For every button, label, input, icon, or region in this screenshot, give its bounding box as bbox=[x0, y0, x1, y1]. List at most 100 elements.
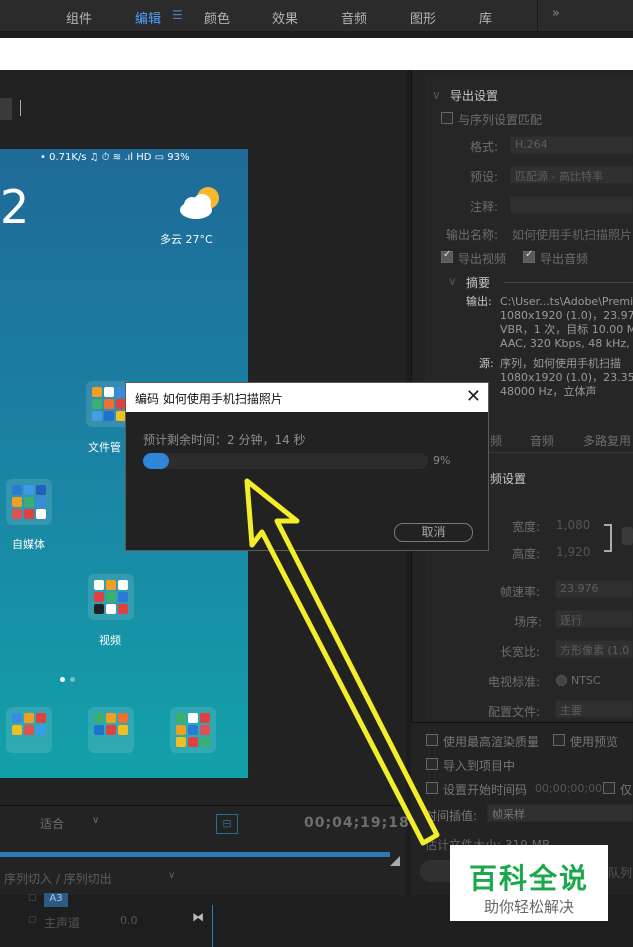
summary-output-line: 1080x1920 (1.0)，23.976f bbox=[500, 309, 633, 322]
folder-label: 文件管 bbox=[88, 441, 121, 454]
comment-label: 注释: bbox=[470, 200, 499, 214]
tab-editing[interactable]: 编辑 bbox=[135, 8, 161, 27]
cancel-button[interactable]: 取消 bbox=[394, 523, 473, 542]
format-label: 格式: bbox=[470, 140, 499, 154]
summary-output-line: C:\User...ts\Adobe\Premie bbox=[500, 295, 633, 308]
folder-video-icon bbox=[88, 574, 134, 620]
height-value[interactable]: 1,920 bbox=[556, 545, 590, 559]
chevron-down-icon: ∨ bbox=[168, 870, 176, 881]
preset-label: 预设: bbox=[470, 170, 499, 184]
use-preview-checkbox[interactable] bbox=[553, 734, 565, 746]
summary-source-line: 48000 Hz，立体声 bbox=[500, 385, 597, 398]
export-audio-checkbox[interactable] bbox=[523, 249, 535, 263]
summary-output-label: 输出: bbox=[466, 295, 492, 308]
divider bbox=[489, 452, 633, 453]
time-interp-select[interactable]: 帧采样 bbox=[487, 804, 633, 822]
monitor-dropdown[interactable] bbox=[0, 98, 12, 120]
folder-bottom-2-icon bbox=[88, 707, 134, 753]
watermark-title: 百科全说 bbox=[468, 862, 589, 895]
source-range-select[interactable]: 序列切入 / 序列切出 ∨ bbox=[4, 870, 182, 888]
field-order-label: 场序: bbox=[514, 615, 543, 629]
lock-icon[interactable]: ▢ bbox=[28, 893, 37, 903]
profile-select[interactable]: 主要 bbox=[555, 700, 633, 718]
section-title: 导出设置 bbox=[450, 89, 499, 103]
progress-percent: 9% bbox=[433, 454, 451, 467]
queue-button[interactable]: 队列 bbox=[608, 864, 632, 881]
import-project-checkbox[interactable] bbox=[426, 758, 438, 770]
only-checkbox[interactable] bbox=[603, 782, 615, 794]
progress-fill bbox=[143, 453, 169, 469]
video-settings-title: 频设置 bbox=[490, 472, 527, 486]
collapse-chevron-icon[interactable]: ∨ bbox=[432, 88, 441, 102]
lock-icon[interactable]: ▢ bbox=[28, 915, 37, 925]
cloud-sun-icon bbox=[180, 187, 219, 219]
folder-bottom-3-icon bbox=[170, 707, 216, 753]
aspect-label: 长宽比: bbox=[500, 645, 541, 659]
divider bbox=[537, 0, 538, 32]
max-render-checkbox[interactable] bbox=[426, 734, 438, 746]
tab-effects[interactable]: 效果 bbox=[272, 8, 298, 27]
watermark-subtitle: 助你轻松解决 bbox=[483, 898, 574, 916]
more-workspaces-icon[interactable]: » bbox=[552, 6, 560, 21]
fit-zoom-select[interactable]: 适合 ∨ bbox=[40, 815, 104, 833]
tab-audio[interactable]: 音频 bbox=[341, 8, 367, 27]
collapse-chevron-icon[interactable]: ∨ bbox=[448, 274, 457, 288]
export-video-checkbox[interactable] bbox=[441, 249, 453, 263]
preset-select[interactable]: 匹配源 - 高比特率 bbox=[510, 166, 633, 184]
tab-multiplexer[interactable]: 多路复用 bbox=[583, 432, 631, 449]
use-preview-label: 使用预览 bbox=[570, 735, 619, 749]
match-sequence-label: 与序列设置匹配 bbox=[458, 113, 543, 127]
output-name-link[interactable]: 如何使用手机扫描照片 bbox=[512, 226, 632, 243]
tab-audio-settings[interactable]: 音频 bbox=[530, 432, 554, 449]
frame-rate-label: 帧速率: bbox=[500, 585, 541, 599]
menu-icon[interactable]: ☰ bbox=[172, 8, 183, 22]
dialog-title: 编码 如何使用手机扫描照片 bbox=[135, 392, 283, 406]
frame-rate-select[interactable]: 23.976 bbox=[555, 580, 633, 598]
scrub-end-marker[interactable] bbox=[390, 856, 400, 866]
profile-label: 配置文件: bbox=[488, 705, 541, 719]
master-track-label: 主声道 bbox=[44, 916, 81, 930]
ntsc-radio[interactable] bbox=[556, 675, 567, 686]
aspect-select[interactable]: 方形像素 (1.0 bbox=[555, 640, 633, 658]
summary-output-line: VBR，1 次，目标 10.00 Mb bbox=[500, 323, 633, 336]
close-icon[interactable]: ✕ bbox=[466, 386, 481, 407]
tab-graphics[interactable]: 图形 bbox=[410, 8, 436, 27]
phone-status-bar: • 0.71K/s ♫ ⏱ ≋ .ıl HD ▭ 93% bbox=[40, 152, 190, 163]
only-label: 仅 bbox=[620, 783, 633, 797]
go-to-end-icon[interactable]: ⧓ bbox=[192, 910, 204, 924]
chain-link-icon[interactable] bbox=[622, 527, 633, 545]
scrub-bar[interactable] bbox=[0, 852, 390, 857]
summary-output-line: AAC, 320 Kbps, 48 kHz, 立 bbox=[500, 337, 633, 350]
comment-field[interactable] bbox=[510, 196, 633, 214]
playhead[interactable] bbox=[212, 905, 213, 947]
start-timecode-value[interactable]: 00;00;00;00 bbox=[535, 782, 602, 795]
time-interp-label: 时间插值: bbox=[425, 809, 478, 823]
divider bbox=[504, 282, 633, 283]
field-order-select[interactable]: 逐行 bbox=[555, 610, 633, 628]
start-timecode-checkbox[interactable] bbox=[426, 782, 438, 794]
dialog-title-bar: 编码 如何使用手机扫描照片 ✕ bbox=[126, 383, 488, 412]
workspace-bar: 组件 编辑 ☰ 颜色 效果 音频 图形 库 » bbox=[0, 0, 633, 32]
export-video-label: 导出视频 bbox=[458, 252, 507, 266]
tv-standard-label: 电视标准: bbox=[488, 675, 541, 689]
tab-assembly[interactable]: 组件 bbox=[66, 8, 92, 27]
width-value[interactable]: 1,080 bbox=[556, 518, 590, 532]
progress-bar bbox=[143, 453, 428, 469]
tab-color[interactable]: 颜色 bbox=[204, 8, 230, 27]
import-project-label: 导入到项目中 bbox=[443, 759, 516, 773]
format-select[interactable]: H.264 bbox=[510, 136, 633, 154]
title-strip bbox=[0, 38, 633, 70]
match-sequence-checkbox[interactable] bbox=[441, 112, 453, 124]
summary-source-line: 1080x1920 (1.0)，23.357 f bbox=[500, 371, 633, 384]
safe-margins-icon[interactable]: ⊟ bbox=[216, 814, 238, 834]
master-volume-value[interactable]: 0.0 bbox=[120, 914, 138, 927]
text-cursor bbox=[20, 100, 21, 116]
tab-video[interactable]: 频 bbox=[490, 432, 502, 449]
timecode-display[interactable]: 00;04;19;18 bbox=[304, 815, 410, 831]
summary-source-label: 源: bbox=[479, 357, 494, 370]
width-label: 宽度: bbox=[512, 520, 541, 534]
watermark-logo: 百科全说 助你轻松解决 bbox=[450, 845, 608, 921]
track-a3-toggle[interactable]: A3 bbox=[44, 893, 68, 907]
tab-libraries[interactable]: 库 bbox=[479, 8, 492, 27]
folder-label: 视频 bbox=[99, 634, 121, 647]
